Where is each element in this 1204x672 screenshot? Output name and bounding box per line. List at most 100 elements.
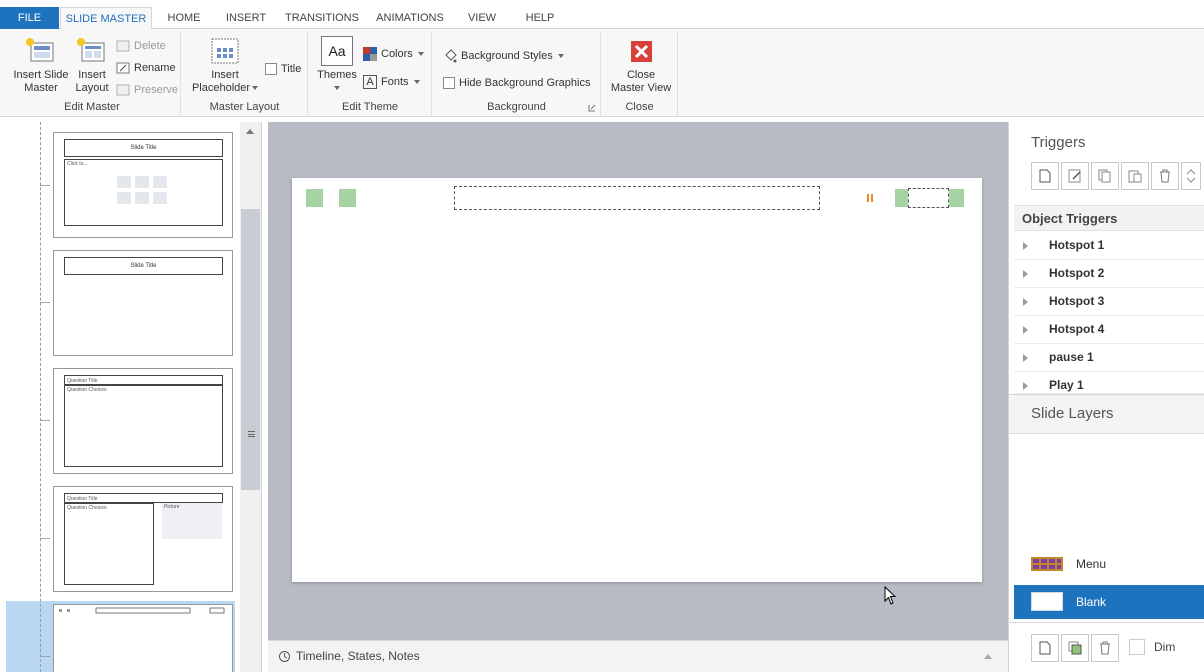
group-label-background: Background bbox=[487, 101, 546, 113]
title-checkbox[interactable]: Title bbox=[265, 60, 301, 78]
trash-icon bbox=[1100, 641, 1110, 655]
scroll-up-icon[interactable] bbox=[246, 129, 254, 134]
expand-up-icon[interactable] bbox=[984, 654, 992, 659]
delete-slide-icon bbox=[116, 40, 130, 52]
chevron-down-icon bbox=[557, 54, 564, 59]
expand-arrow-icon[interactable] bbox=[1023, 382, 1028, 390]
expand-arrow-icon[interactable] bbox=[1023, 354, 1028, 362]
delete-layer-button[interactable] bbox=[1091, 634, 1119, 662]
paint-bucket-icon bbox=[445, 49, 457, 63]
hotspot-1[interactable] bbox=[306, 189, 323, 207]
hide-background-graphics-box[interactable] bbox=[443, 77, 455, 90]
layout-thumbnail-4[interactable]: Question Title Question Choices Picture bbox=[53, 486, 233, 592]
hotspot-2[interactable] bbox=[339, 189, 356, 207]
thumbnail-scrollbar[interactable] bbox=[240, 122, 261, 672]
rename-icon bbox=[116, 62, 130, 74]
insert-slide-master-button[interactable]: Insert Slide Master bbox=[8, 36, 74, 95]
group-label-edit-theme: Edit Theme bbox=[341, 101, 399, 113]
triggers-layers-panel: Triggers Object Triggers Hotspot 1 Hotsp… bbox=[1008, 122, 1204, 672]
layers-toolbar: Dim bbox=[1009, 622, 1204, 672]
delete-trigger-button[interactable] bbox=[1151, 162, 1179, 190]
paste-trigger-button[interactable] bbox=[1121, 162, 1149, 190]
colors-button[interactable]: Colors bbox=[363, 45, 424, 63]
hierarchy-tick bbox=[40, 656, 50, 657]
trigger-item-hotspot-3[interactable]: Hotspot 3 bbox=[1014, 288, 1204, 316]
scrollbar-thumb[interactable] bbox=[241, 209, 260, 490]
close-icon bbox=[631, 41, 652, 62]
mouse-cursor-icon bbox=[884, 586, 897, 605]
background-styles-button[interactable]: Background Styles bbox=[443, 47, 564, 65]
thumb-title: Question Title bbox=[64, 493, 223, 503]
selected-element-box[interactable] bbox=[908, 188, 949, 208]
themes-button[interactable]: Aa Themes bbox=[313, 36, 361, 95]
insert-slide-master-icon bbox=[26, 38, 54, 62]
tab-help[interactable]: HELP bbox=[520, 7, 560, 29]
expand-arrow-icon[interactable] bbox=[1023, 298, 1028, 306]
insert-placeholder-button[interactable]: Insert Placeholder bbox=[186, 36, 264, 95]
close-master-view-button[interactable]: Close Master View bbox=[606, 36, 676, 95]
hierarchy-tick bbox=[40, 538, 50, 539]
blank-layer-thumbnail bbox=[1031, 592, 1063, 611]
thumb-hotspot-preview bbox=[59, 607, 225, 614]
group-edit-theme: Aa Themes Colors A Fonts Edit Theme bbox=[309, 32, 432, 116]
layout-thumbnail-5[interactable] bbox=[53, 604, 233, 672]
pause-icon[interactable] bbox=[867, 194, 874, 202]
chevron-down-icon bbox=[417, 52, 424, 57]
expand-arrow-icon[interactable] bbox=[1023, 242, 1028, 250]
tab-view[interactable]: VIEW bbox=[462, 7, 502, 29]
hotspot-4[interactable] bbox=[947, 189, 964, 207]
tab-slide-master[interactable]: SLIDE MASTER bbox=[60, 7, 152, 30]
themes-icon: Aa bbox=[321, 36, 353, 66]
progress-bar-placeholder[interactable] bbox=[454, 186, 820, 210]
tab-file[interactable]: FILE bbox=[0, 7, 59, 29]
trigger-item-hotspot-4[interactable]: Hotspot 4 bbox=[1014, 316, 1204, 344]
layout-thumbnail-3[interactable]: Question Title Question Choices bbox=[53, 368, 233, 474]
slide-canvas-area bbox=[268, 122, 1008, 640]
slide-layout-canvas[interactable] bbox=[292, 178, 982, 582]
hide-background-graphics-checkbox[interactable]: Hide Background Graphics bbox=[443, 74, 590, 92]
chevron-down-icon bbox=[413, 80, 420, 85]
trigger-item-play-1[interactable]: Play 1 bbox=[1014, 372, 1204, 394]
slide-layers-header: Slide Layers bbox=[1009, 394, 1204, 434]
group-background: Background Styles Hide Background Graphi… bbox=[433, 32, 601, 116]
duplicate-layer-button[interactable] bbox=[1061, 634, 1089, 662]
insert-layout-icon bbox=[77, 38, 105, 62]
layer-item-menu[interactable]: Menu bbox=[1014, 547, 1204, 581]
copy-trigger-button[interactable] bbox=[1091, 162, 1119, 190]
preserve-button[interactable]: Preserve bbox=[116, 81, 178, 99]
trigger-item-pause-1[interactable]: pause 1 bbox=[1014, 344, 1204, 372]
title-checkbox-box[interactable] bbox=[265, 63, 277, 76]
group-label-edit-master: Edit Master bbox=[64, 101, 120, 113]
expand-arrow-icon[interactable] bbox=[1023, 270, 1028, 278]
new-document-icon bbox=[1039, 169, 1051, 183]
object-triggers-header[interactable]: Object Triggers bbox=[1014, 205, 1204, 231]
thumb-title: Question Title bbox=[64, 375, 223, 385]
tab-home[interactable]: HOME bbox=[160, 7, 208, 29]
timeline-states-notes-bar[interactable]: Timeline, States, Notes bbox=[268, 640, 1008, 672]
trigger-item-hotspot-2[interactable]: Hotspot 2 bbox=[1014, 260, 1204, 288]
grip-icon bbox=[248, 431, 255, 437]
thumb-content-placeholder: Click to... bbox=[64, 159, 223, 226]
trigger-item-hotspot-1[interactable]: Hotspot 1 bbox=[1014, 232, 1204, 260]
hierarchy-tick bbox=[40, 420, 50, 421]
fonts-button[interactable]: A Fonts bbox=[363, 73, 420, 91]
new-layer-button[interactable] bbox=[1031, 634, 1059, 662]
timeline-label: Timeline, States, Notes bbox=[296, 649, 420, 663]
rename-button[interactable]: Rename bbox=[116, 59, 176, 77]
dim-checkbox[interactable] bbox=[1129, 639, 1145, 655]
content-placeholder-icons bbox=[117, 176, 167, 204]
delete-button[interactable]: Delete bbox=[116, 37, 166, 55]
layout-thumbnail-2[interactable]: Slide Title bbox=[53, 250, 233, 356]
layout-thumbnail-1[interactable]: Slide Title Click to... bbox=[53, 132, 233, 238]
insert-layout-button[interactable]: Insert Layout bbox=[74, 36, 110, 95]
group-edit-master: Insert Slide Master Insert Layout Delete… bbox=[4, 32, 181, 116]
tab-transitions[interactable]: TRANSITIONS bbox=[280, 7, 364, 29]
menu-layer-thumbnail bbox=[1031, 557, 1063, 571]
new-trigger-button[interactable] bbox=[1031, 162, 1059, 190]
tab-animations[interactable]: ANIMATIONS bbox=[370, 7, 450, 29]
edit-trigger-button[interactable] bbox=[1061, 162, 1089, 190]
layer-item-blank[interactable]: Blank bbox=[1014, 585, 1204, 619]
move-trigger-button[interactable] bbox=[1181, 162, 1201, 190]
expand-arrow-icon[interactable] bbox=[1023, 326, 1028, 334]
tab-insert[interactable]: INSERT bbox=[220, 7, 272, 29]
